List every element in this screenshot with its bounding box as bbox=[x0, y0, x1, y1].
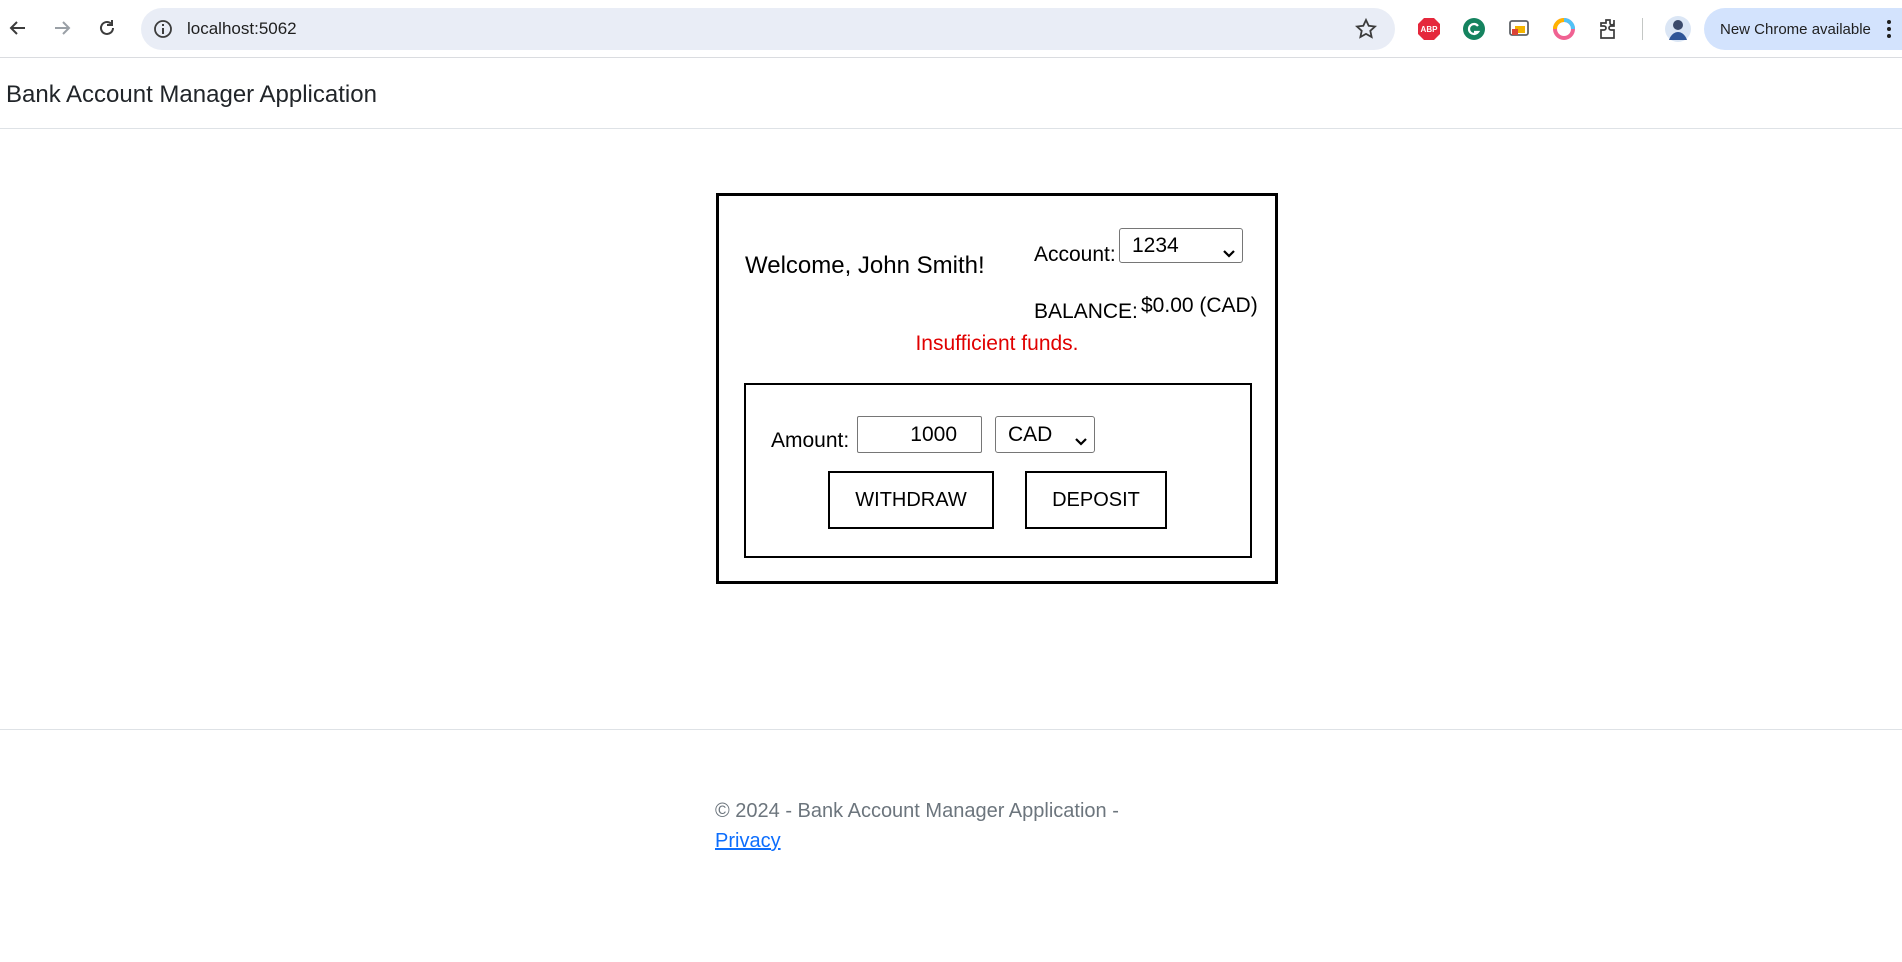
svg-text:ABP: ABP bbox=[1421, 25, 1439, 34]
page-footer: © 2024 - Bank Account Manager Applicatio… bbox=[0, 729, 1902, 962]
chrome-update-button[interactable]: New Chrome available bbox=[1704, 8, 1902, 50]
currency-select[interactable]: CAD bbox=[995, 416, 1095, 453]
bookmark-star-icon[interactable] bbox=[1354, 17, 1378, 45]
reload-icon bbox=[100, 20, 114, 35]
site-info-icon[interactable] bbox=[153, 19, 173, 44]
account-panel: Welcome, John Smith! Account: 1234 BALAN… bbox=[716, 193, 1278, 584]
address-bar[interactable]: localhost:5062 bbox=[141, 8, 1395, 50]
grammarly-icon[interactable] bbox=[1462, 17, 1486, 41]
transaction-form: Amount: 1000 CAD WITHDRAW DEPOSIT bbox=[744, 383, 1252, 558]
forward-arrow-icon bbox=[55, 21, 71, 35]
account-label: Account: bbox=[1034, 243, 1116, 266]
toolbar-divider bbox=[1642, 18, 1643, 40]
back-button[interactable] bbox=[1, 11, 35, 45]
forward-button[interactable] bbox=[45, 11, 79, 45]
welcome-message: Welcome, John Smith! bbox=[745, 252, 985, 279]
account-selected-value: 1234 bbox=[1132, 233, 1179, 257]
account-select[interactable]: 1234 bbox=[1119, 228, 1243, 263]
privacy-link[interactable]: Privacy bbox=[715, 830, 781, 852]
withdraw-button[interactable]: WITHDRAW bbox=[828, 471, 994, 529]
extensions-icon[interactable] bbox=[1597, 17, 1621, 41]
chevron-down-icon bbox=[1074, 429, 1088, 453]
back-arrow-icon bbox=[9, 21, 25, 35]
cast-icon[interactable] bbox=[1507, 17, 1531, 41]
reload-button[interactable] bbox=[90, 11, 124, 45]
error-message: Insufficient funds. bbox=[915, 332, 1079, 355]
app-brand[interactable]: Bank Account Manager Application bbox=[6, 81, 377, 109]
update-label: New Chrome available bbox=[1720, 20, 1871, 38]
chevron-down-icon bbox=[1222, 241, 1236, 265]
browser-toolbar: localhost:5062 ABP New Chrome available bbox=[0, 0, 1902, 58]
profile-avatar[interactable] bbox=[1664, 15, 1692, 43]
amount-input[interactable]: 1000 bbox=[857, 416, 982, 453]
url-text: localhost:5062 bbox=[187, 19, 297, 38]
balance-value: $0.00 (CAD) bbox=[1141, 294, 1258, 317]
adblock-icon[interactable]: ABP bbox=[1417, 17, 1441, 41]
more-menu-icon[interactable] bbox=[1886, 19, 1892, 43]
amount-label: Amount: bbox=[771, 429, 850, 452]
deposit-button[interactable]: DEPOSIT bbox=[1025, 471, 1167, 529]
currency-selected-value: CAD bbox=[1008, 422, 1053, 446]
app-navbar: Bank Account Manager Application bbox=[0, 58, 1902, 129]
footer-copyright: © 2024 - Bank Account Manager Applicatio… bbox=[715, 800, 1119, 822]
balance-label: BALANCE: bbox=[1034, 300, 1138, 323]
color-picker-icon[interactable] bbox=[1552, 17, 1576, 41]
